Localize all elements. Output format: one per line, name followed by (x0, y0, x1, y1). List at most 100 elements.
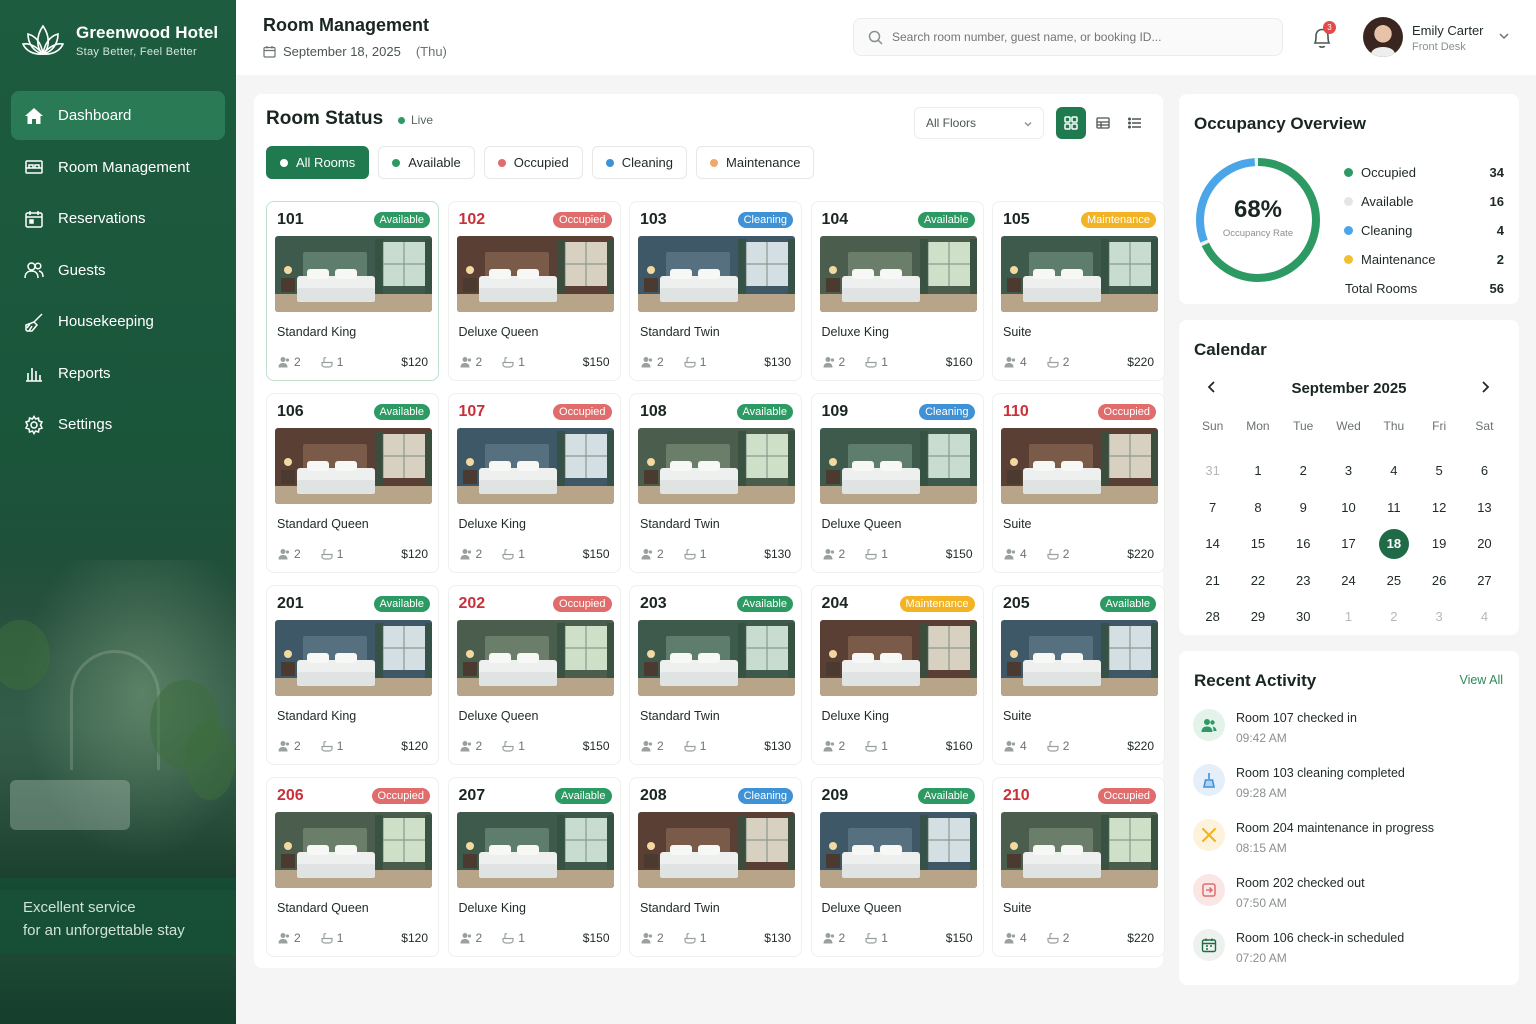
room-card[interactable]: 101 Available Standard King 2 1 $120 (266, 201, 439, 381)
room-card[interactable]: 206 Occupied Standard Queen 2 1 $120 (266, 777, 439, 957)
calendar-day[interactable]: 12 (1416, 489, 1461, 526)
room-card[interactable]: 110 Occupied Suite 4 2 $220 (992, 393, 1165, 573)
room-card[interactable]: 210 Occupied Suite 4 2 $220 (992, 777, 1165, 957)
room-card[interactable]: 204 Maintenance Deluxe King 2 1 $160 (810, 585, 984, 765)
calendar-day[interactable]: 3 (1326, 453, 1371, 490)
search-input[interactable] (892, 30, 1272, 44)
sidebar-item-settings[interactable]: Settings (11, 400, 225, 449)
calendar-day[interactable]: 15 (1235, 526, 1280, 563)
room-card[interactable]: 203 Available Standard Twin 2 1 $130 (629, 585, 802, 765)
room-card[interactable]: 102 Occupied Deluxe Queen 2 1 $150 (447, 201, 621, 381)
filter-maintenance[interactable]: Maintenance (696, 146, 815, 179)
room-card[interactable]: 209 Available Deluxe Queen 2 1 $150 (810, 777, 984, 957)
guest-icon (460, 741, 471, 752)
calendar-day[interactable]: 1 (1235, 453, 1280, 490)
filter-available[interactable]: Available (378, 146, 475, 179)
activity-item[interactable]: Room 202 checked out 07:50 AM (1193, 871, 1508, 926)
avatar[interactable] (1363, 17, 1403, 57)
room-card[interactable]: 109 Cleaning Deluxe Queen 2 1 $150 (810, 393, 984, 573)
view-all-link[interactable]: View All (1459, 673, 1503, 687)
calendar-day[interactable]: 24 (1326, 562, 1371, 599)
activity-item[interactable]: Room 106 check-in scheduled 07:20 AM (1193, 926, 1508, 981)
filter-all-rooms[interactable]: All Rooms (266, 146, 370, 179)
sidebar-item-reports[interactable]: Reports (11, 349, 225, 398)
calendar-day[interactable]: 8 (1235, 489, 1280, 526)
room-card[interactable]: 205 Available Suite 4 2 $220 (992, 585, 1165, 765)
room-type: Deluxe Queen (458, 325, 539, 339)
room-price: $220 (1127, 355, 1154, 369)
calendar-day[interactable]: 26 (1416, 562, 1461, 599)
calendar-day[interactable]: 20 (1462, 526, 1507, 563)
calendar-day[interactable]: 7 (1190, 489, 1235, 526)
calendar-day[interactable]: 5 (1416, 453, 1461, 490)
filter-cleaning[interactable]: Cleaning (591, 146, 688, 179)
activity-item[interactable]: Room 103 cleaning completed 09:28 AM (1193, 761, 1508, 816)
calendar-day[interactable]: 3 (1416, 599, 1461, 636)
activity-item[interactable]: Room 107 checked in 09:42 AM (1193, 706, 1508, 761)
sidebar-item-room-management[interactable]: Room Management (11, 143, 225, 192)
filter-occupied[interactable]: Occupied (483, 146, 583, 179)
room-photo (819, 428, 977, 504)
weekday-header: Mon (1246, 419, 1270, 433)
calendar-day[interactable]: 28 (1190, 599, 1235, 636)
chevron-down-icon[interactable] (1498, 30, 1510, 42)
room-card[interactable]: 103 Cleaning Standard Twin 2 1 $130 (629, 201, 802, 381)
calendar-day[interactable]: 2 (1371, 599, 1416, 636)
room-card[interactable]: 207 Available Deluxe King 2 1 $150 (447, 777, 621, 957)
calendar-day[interactable]: 21 (1190, 562, 1235, 599)
bath-count: 2 (1062, 931, 1070, 945)
calendar-day[interactable]: 1 (1326, 599, 1371, 636)
brand[interactable]: Greenwood Hotel Stay Better, Feel Better (22, 20, 218, 60)
guest-icon (641, 549, 653, 560)
sidebar-item-housekeeping[interactable]: Housekeeping (11, 297, 225, 346)
grid-view-button[interactable] (1056, 107, 1086, 139)
calendar-day[interactable]: 17 (1326, 526, 1371, 563)
calendar-day[interactable]: 9 (1281, 489, 1326, 526)
chevron-left-icon[interactable] (1205, 380, 1219, 394)
room-card[interactable]: 106 Available Standard Queen 2 1 $120 (266, 393, 439, 573)
room-price: $120 (401, 931, 428, 945)
calendar-day[interactable]: 19 (1416, 526, 1461, 563)
calendar-day[interactable]: 22 (1235, 562, 1280, 599)
room-card[interactable]: 107 Occupied Deluxe King 2 1 $150 (447, 393, 621, 573)
calendar-day[interactable]: 31 (1190, 453, 1235, 490)
room-type: Suite (1003, 517, 1032, 531)
calendar-day[interactable]: 27 (1462, 562, 1507, 599)
floor-select[interactable]: All Floors (914, 107, 1044, 139)
calendar-day[interactable]: 4 (1462, 599, 1507, 636)
calendar-day[interactable]: 2 (1281, 453, 1326, 490)
bathtub-icon (865, 356, 877, 368)
activity-text: Room 202 checked out (1236, 876, 1365, 890)
occupancy-rate-label: Occupancy Rate (1222, 228, 1294, 239)
room-card[interactable]: 104 Available Deluxe King 2 1 $160 (810, 201, 984, 381)
room-card[interactable]: 208 Cleaning Standard Twin 2 1 $130 (629, 777, 802, 957)
calendar-day[interactable]: 13 (1462, 489, 1507, 526)
calendar-day[interactable]: 11 (1371, 489, 1416, 526)
status-badge: Cleaning (737, 212, 793, 228)
calendar-day[interactable]: 6 (1462, 453, 1507, 490)
room-card[interactable]: 202 Occupied Deluxe Queen 2 1 $150 (447, 585, 621, 765)
calendar-day[interactable]: 4 (1371, 453, 1416, 490)
calendar-day-number: 9 (1299, 499, 1307, 515)
card-view-button[interactable] (1088, 107, 1118, 139)
room-card[interactable]: 201 Available Standard King 2 1 $120 (266, 585, 439, 765)
activity-item[interactable]: Room 204 maintenance in progress 08:15 A… (1193, 816, 1508, 871)
list-view-button[interactable] (1120, 107, 1150, 139)
calendar-panel: Calendar September 2025 Sun Mon Tue Wed Thu F… (1179, 320, 1519, 635)
room-card[interactable]: 108 Available Standard Twin 2 1 $130 (629, 393, 802, 573)
sidebar-item-guests[interactable]: Guests (11, 246, 225, 295)
calendar-day[interactable]: 29 (1235, 599, 1280, 636)
room-card[interactable]: 105 Maintenance Suite 4 2 $220 (992, 201, 1165, 381)
calendar-day[interactable]: 25 (1371, 562, 1416, 599)
sidebar-item-reservations[interactable]: Reservations (11, 194, 225, 243)
calendar-day-today[interactable]: 18 (1371, 526, 1416, 563)
calendar-day[interactable]: 10 (1326, 489, 1371, 526)
calendar-day[interactable]: 16 (1281, 526, 1326, 563)
search-bar[interactable] (853, 18, 1283, 56)
room-type: Standard Twin (640, 517, 720, 531)
calendar-day[interactable]: 30 (1281, 599, 1326, 636)
calendar-day[interactable]: 23 (1281, 562, 1326, 599)
sidebar-item-dashboard[interactable]: Dashboard (11, 91, 225, 140)
calendar-day[interactable]: 14 (1190, 526, 1235, 563)
chevron-right-icon[interactable] (1478, 380, 1492, 394)
